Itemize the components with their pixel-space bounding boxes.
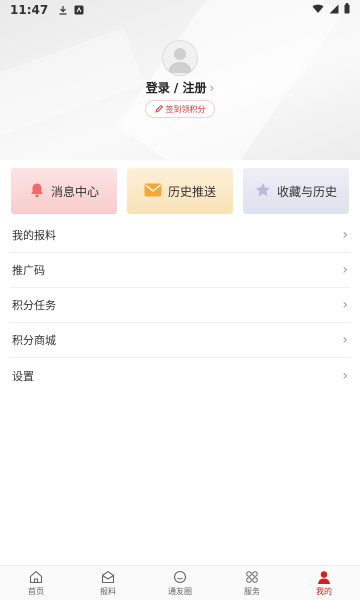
envelope-icon: [144, 183, 162, 200]
favorites-history-label: 收藏与历史: [276, 184, 337, 199]
history-push-label: 历史推送: [167, 184, 216, 199]
signin-points-button[interactable]: 签到领积分: [145, 100, 215, 118]
bell-icon: [29, 182, 45, 201]
menu-item-label: 我的报料: [12, 229, 56, 242]
menu-item-label: 推广码: [12, 264, 45, 277]
menu-item-points-tasks[interactable]: 积分任务 ›: [10, 288, 350, 323]
shortcut-cards: 消息中心 历史推送 收藏与历史: [11, 168, 349, 214]
message-center-card[interactable]: 消息中心: [11, 168, 117, 214]
menu-item-promo-code[interactable]: 推广码 ›: [10, 253, 350, 288]
tab-home[interactable]: 首页: [0, 566, 72, 600]
home-icon: [29, 570, 43, 583]
chevron-right-icon: ›: [342, 262, 348, 278]
login-register-link[interactable]: 登录 / 注册 ›: [0, 79, 360, 96]
tab-label: 报料: [100, 586, 116, 596]
status-bar: 11:47: [0, 0, 360, 20]
avatar[interactable]: [162, 40, 198, 76]
status-time: 11:47: [10, 3, 49, 17]
tab-label: 通友圈: [168, 586, 192, 596]
tab-mine[interactable]: 我的: [288, 566, 360, 600]
download-icon: [58, 5, 68, 15]
menu-item-points-mall[interactable]: 积分商城 ›: [10, 323, 350, 358]
chevron-right-icon: ›: [342, 367, 348, 384]
tab-label: 服务: [244, 586, 260, 596]
menu-item-label: 积分商城: [12, 334, 56, 347]
tab-services[interactable]: 服务: [216, 566, 288, 600]
chevron-right-icon: ›: [342, 332, 348, 348]
chevron-right-icon: ›: [342, 227, 348, 243]
menu-item-label: 积分任务: [12, 299, 56, 312]
login-register-label: 登录 / 注册: [145, 81, 207, 95]
tab-label: 首页: [28, 586, 44, 596]
pencil-icon: [154, 104, 164, 115]
tab-report[interactable]: 报料: [72, 566, 144, 600]
default-avatar-icon: [168, 48, 192, 73]
app-notification-icon: [74, 5, 84, 15]
menu-item-label: 设置: [12, 369, 34, 383]
signin-points-label: 签到领积分: [165, 104, 206, 114]
person-icon: [318, 570, 330, 584]
report-icon: [101, 570, 115, 583]
wifi-icon: [312, 3, 324, 17]
menu-item-my-reports[interactable]: 我的报料 ›: [10, 218, 350, 253]
chevron-right-icon: ›: [342, 297, 348, 313]
history-push-card[interactable]: 历史推送: [127, 168, 233, 214]
signal-icon: [329, 3, 339, 17]
bottom-tab-bar: 首页 报料 通友圈 服务 我的: [0, 565, 360, 600]
battery-icon: [344, 3, 350, 17]
message-center-label: 消息中心: [50, 184, 99, 199]
favorites-history-card[interactable]: 收藏与历史: [243, 168, 349, 214]
menu-item-settings[interactable]: 设置 ›: [10, 358, 350, 393]
tab-friends-circle[interactable]: 通友圈: [144, 566, 216, 600]
star-icon: [255, 182, 271, 201]
grid-icon: [246, 570, 258, 583]
tab-label: 我的: [316, 586, 332, 596]
chat-icon: [173, 570, 187, 583]
menu-list: 我的报料 › 推广码 › 积分任务 › 积分商城 › 设置 ›: [10, 218, 350, 393]
chevron-right-icon: ›: [209, 81, 215, 95]
